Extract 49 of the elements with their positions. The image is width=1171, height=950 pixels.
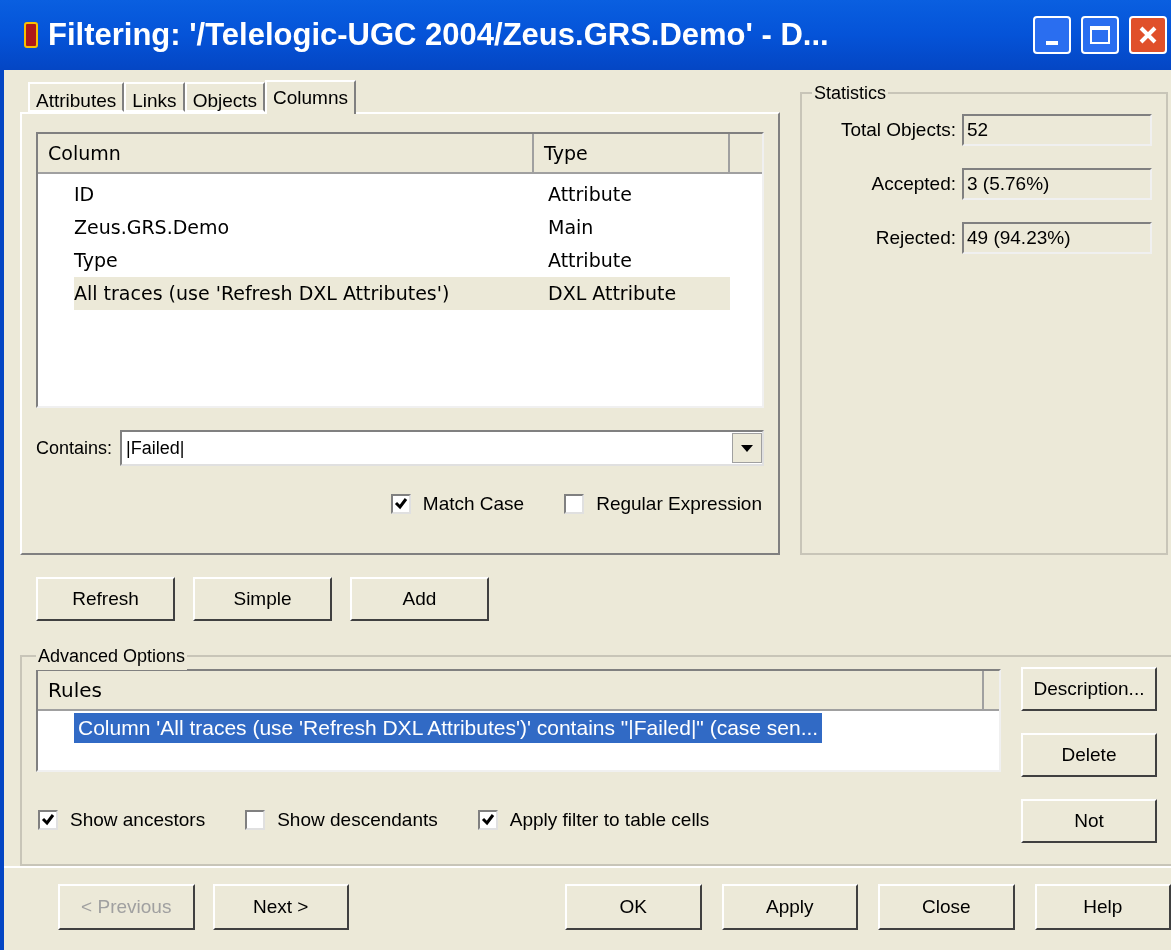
maximize-button[interactable]	[1081, 16, 1119, 54]
list-row[interactable]: Zeus.GRS.Demo Main	[74, 211, 730, 244]
tab[interactable]: Links	[124, 82, 185, 112]
field-label: Accepted:	[870, 171, 956, 196]
column-list[interactable]: Column Type ID Attribute Zeus.GRS.Demo Main Type Attribute All traces (use 'Refresh DXL Attributes') DXL Attribute	[36, 132, 764, 408]
field-label: Total Objects:	[839, 117, 956, 142]
button[interactable]: Apply	[721, 884, 858, 930]
button[interactable]: Delete	[1021, 733, 1157, 777]
tab[interactable]: Objects	[184, 82, 266, 112]
tab[interactable]: Attributes	[28, 82, 125, 112]
checkbox[interactable]: Show ancestors	[38, 806, 206, 835]
button[interactable]: Add	[350, 577, 489, 621]
checkbox[interactable]: Show descendants	[245, 806, 438, 835]
button[interactable]: Next >	[212, 884, 349, 930]
window-title: Filtering: '/Telelogic-UGC 2004/Zeus.GRS.Demo' - D...	[48, 15, 830, 54]
button[interactable]: OK	[565, 884, 702, 930]
checkbox[interactable]: Regular Expression	[564, 490, 762, 519]
button[interactable]: Simple	[193, 577, 332, 621]
readonly-field: 52	[962, 114, 1152, 146]
button[interactable]: Help	[1034, 884, 1171, 930]
field-label: Rejected:	[874, 225, 956, 250]
close-icon	[1137, 24, 1159, 46]
close-button[interactable]	[1129, 16, 1167, 54]
rules-list[interactable]: Rules Column 'All traces (use 'Refresh DXL Attributes')' contains "|Failed|" (case sen...	[36, 669, 1001, 772]
column-header[interactable]: Type	[534, 134, 730, 172]
checkmark-icon	[480, 813, 495, 828]
checkmark-icon	[393, 497, 408, 512]
app-icon	[24, 22, 38, 48]
button[interactable]: Refresh	[36, 577, 175, 621]
readonly-field: 49 (94.23%)	[962, 222, 1152, 254]
button[interactable]: Description...	[1021, 667, 1157, 711]
minimize-button[interactable]	[1033, 16, 1071, 54]
checkbox[interactable]: Apply filter to table cells	[477, 806, 710, 835]
caret-icon	[741, 444, 753, 452]
tab[interactable]: Columns	[265, 80, 357, 114]
checkbox[interactable]: Match Case	[390, 490, 525, 519]
rule-row[interactable]: Column 'All traces (use 'Refresh DXL Attributes')' contains "|Failed|" (case sen...	[74, 713, 823, 743]
list-row[interactable]: ID Attribute	[74, 178, 730, 211]
dropdown-button[interactable]	[732, 433, 762, 463]
button[interactable]: Close	[878, 884, 1015, 930]
contains-label: Contains:	[36, 436, 113, 460]
checkmark-icon	[41, 813, 55, 828]
button[interactable]: Not	[1021, 799, 1157, 843]
column-header[interactable]: Column	[38, 134, 534, 172]
contains-combobox[interactable]: |Failed|	[120, 430, 764, 466]
list-row[interactable]: All traces (use 'Refresh DXL Attributes') DXL Attribute	[74, 277, 730, 310]
readonly-field: 3 (5.76%)	[962, 168, 1152, 200]
button: < Previous	[58, 884, 195, 930]
list-row[interactable]: Type Attribute	[74, 244, 730, 277]
